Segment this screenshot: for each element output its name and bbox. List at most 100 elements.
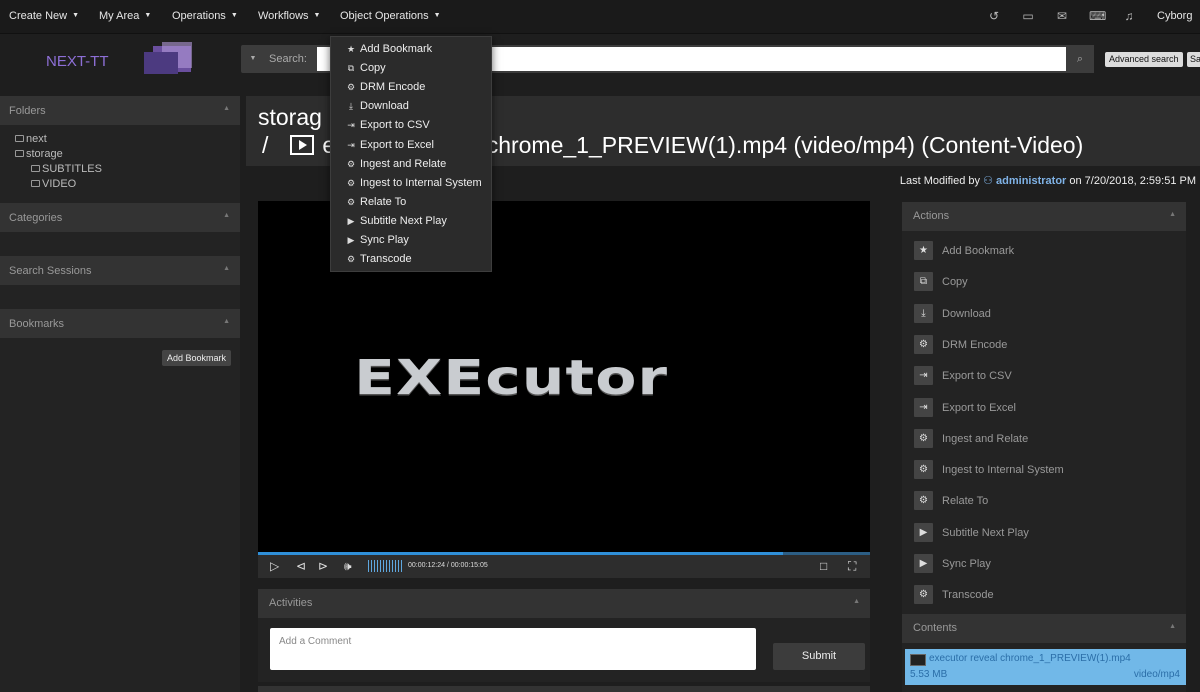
folder-storage[interactable]: storage [15, 148, 63, 160]
menu-item-drm-encode[interactable]: ⚙ DRM Encode [346, 81, 425, 95]
copy-icon: ⧉ [914, 272, 933, 292]
video-controls: ▷ ⊲ ⊳ 🕪 00:00:12:24 / 00:00:15:05 □ ⛶ [258, 555, 870, 578]
activities-panel-header[interactable]: Activities ▲ [258, 589, 870, 618]
action-label: Export to CSV [942, 370, 1012, 383]
folder-label: VIDEO [42, 178, 77, 190]
bookmarks-panel-header[interactable]: Bookmarks ▲ [0, 309, 240, 338]
play-icon: ▶ [914, 522, 933, 542]
menu-label: Operations [172, 10, 226, 22]
menu-create-new[interactable]: Create New ▼ [9, 10, 79, 22]
modified-by-link[interactable]: administrator [996, 175, 1066, 187]
play-icon[interactable]: ▷ [270, 559, 279, 573]
search-scope-dropdown[interactable]: ▼ [241, 45, 265, 73]
submit-button[interactable]: Submit [773, 643, 865, 670]
action-ingest-to-internal-system[interactable]: ⚙ Ingest to Internal System [914, 460, 1174, 480]
menu-item-download[interactable]: ⤓ Download [346, 100, 409, 114]
categories-panel-header[interactable]: Categories ▲ [0, 203, 240, 232]
square-icon[interactable]: □ [820, 559, 827, 573]
chevron-up-icon: ▲ [223, 265, 230, 272]
last-modified-prefix: Last Modified by [899, 175, 981, 187]
bell-icon[interactable]: ♫ [1122, 9, 1136, 23]
panel-title: Search Sessions [9, 265, 92, 277]
chevron-up-icon: ▲ [223, 212, 230, 219]
comment-textarea[interactable]: Add a Comment [270, 628, 756, 670]
menu-item-label: Relate To [360, 195, 407, 208]
search-sessions-panel-header[interactable]: Search Sessions ▲ [0, 256, 240, 285]
menu-item-add-bookmark[interactable]: ★ Add Bookmark [346, 43, 432, 57]
add-bookmark-button[interactable]: Add Bookmark [162, 350, 232, 366]
folder-next[interactable]: next [15, 133, 47, 145]
action-label: Transcode [942, 589, 994, 602]
keyboard-icon[interactable]: ⌨ [1089, 9, 1106, 23]
panel-title: Actions [913, 210, 950, 222]
menu-workflows[interactable]: Workflows ▼ [258, 10, 320, 22]
content-file-name: executor reveal chrome_1_PREVIEW(1).mp4 [929, 653, 1131, 664]
menu-item-label: DRM Encode [360, 81, 426, 94]
gears-icon: ⚙ [346, 177, 356, 188]
action-add-bookmark[interactable]: ★ Add Bookmark [914, 241, 1174, 261]
folder-label: SUBTITLES [42, 163, 102, 175]
menu-object-operations[interactable]: Object Operations ▼ [340, 10, 441, 22]
menu-operations[interactable]: Operations ▼ [172, 10, 238, 22]
content-file-item[interactable]: executor reveal chrome_1_PREVIEW(1).mp4 … [905, 649, 1186, 685]
menu-item-ingest-and-relate[interactable]: ⚙ Ingest and Relate [346, 158, 446, 172]
action-subtitle-next-play[interactable]: ▶ Subtitle Next Play [914, 522, 1174, 543]
action-transcode[interactable]: ⚙ Transcode [914, 585, 1174, 605]
action-label: Copy [942, 276, 968, 289]
action-label: Download [942, 307, 991, 320]
action-export-to-excel[interactable]: ⇥ Export to Excel [914, 397, 1174, 418]
app-logo[interactable]: NEXT-TT [40, 40, 195, 76]
folder-icon [15, 150, 24, 157]
title-path: storag [258, 104, 322, 130]
save-search-button[interactable]: Save [1187, 52, 1200, 67]
menu-item-ingest-to-internal-system[interactable]: ⚙ Ingest to Internal System [346, 177, 482, 191]
menu-item-label: Ingest to Internal System [360, 176, 482, 189]
action-ingest-and-relate[interactable]: ⚙ Ingest and Relate [914, 428, 1174, 449]
menu-label: Object Operations [340, 10, 429, 22]
search-icon[interactable]: ⌕ [1066, 45, 1094, 73]
action-download[interactable]: ⤓ Download [914, 303, 1174, 324]
menu-item-sync-play[interactable]: ▶ Sync Play [346, 234, 409, 248]
top-menubar: Create New ▼ My Area ▼ Operations ▼ Workflo… [0, 0, 1200, 34]
gears-icon: ⚙ [914, 334, 933, 354]
action-copy[interactable]: ⧉ Copy [914, 272, 1174, 292]
folders-panel-header[interactable]: Folders ▲ [0, 96, 240, 125]
video-frame-logo: EXEcutor [354, 350, 669, 406]
download-icon: ⤓ [914, 303, 933, 323]
left-sidebar: Folders ▲ next storage SUBTITLES VIDEO Ca… [0, 96, 240, 692]
step-back-icon[interactable]: ⊲ [296, 559, 306, 573]
action-drm-encode[interactable]: ⚙ DRM Encode [914, 334, 1174, 355]
folder-subtitles[interactable]: SUBTITLES [31, 163, 102, 175]
export-icon: ⇥ [914, 397, 933, 417]
mail-icon[interactable]: ✉ [1055, 9, 1069, 23]
panel-title: Contents [913, 622, 958, 634]
fullscreen-icon[interactable]: ⛶ [848, 559, 856, 574]
menu-item-subtitle-next-play[interactable]: ▶ Subtitle Next Play [346, 215, 447, 229]
menu-item-copy[interactable]: ⧉ Copy [346, 62, 386, 76]
advanced-search-button[interactable]: Advanced search [1105, 52, 1183, 67]
contents-panel-header[interactable]: Contents ▲ [902, 614, 1186, 643]
action-export-to-csv[interactable]: ⇥ Export to CSV [914, 366, 1174, 386]
menu-item-relate-to[interactable]: ⚙ Relate To [346, 196, 406, 210]
folder-icon [31, 165, 40, 172]
action-relate-to[interactable]: ⚙ Relate To [914, 491, 1174, 511]
gears-icon: ⚙ [346, 254, 356, 265]
folder-video[interactable]: VIDEO [31, 178, 76, 190]
chevron-up-icon: ▲ [853, 598, 860, 605]
menu-item-transcode[interactable]: ⚙ Transcode [346, 253, 412, 267]
copy-icon: ⧉ [347, 63, 355, 74]
menu-item-export-to-csv[interactable]: ⇥ Export to CSV [346, 119, 429, 133]
history-icon[interactable]: ↺ [987, 9, 1001, 23]
volume-icon[interactable]: 🕪 [344, 559, 352, 574]
step-forward-icon[interactable]: ⊳ [318, 559, 328, 573]
chat-icon[interactable]: ▭ [1021, 9, 1035, 23]
menu-item-export-to-excel[interactable]: ⇥ Export to Excel [346, 139, 434, 153]
menu-my-area[interactable]: My Area ▼ [99, 10, 151, 22]
action-sync-play[interactable]: ▶ Sync Play [914, 554, 1174, 574]
volume-slider[interactable] [368, 560, 404, 572]
user-menu[interactable]: Cyborg [1157, 10, 1192, 22]
chevron-up-icon: ▲ [223, 318, 230, 325]
folder-label: next [26, 133, 47, 145]
actions-panel-header[interactable]: Actions ▲ [902, 202, 1186, 231]
export-icon: ⇥ [347, 139, 355, 150]
